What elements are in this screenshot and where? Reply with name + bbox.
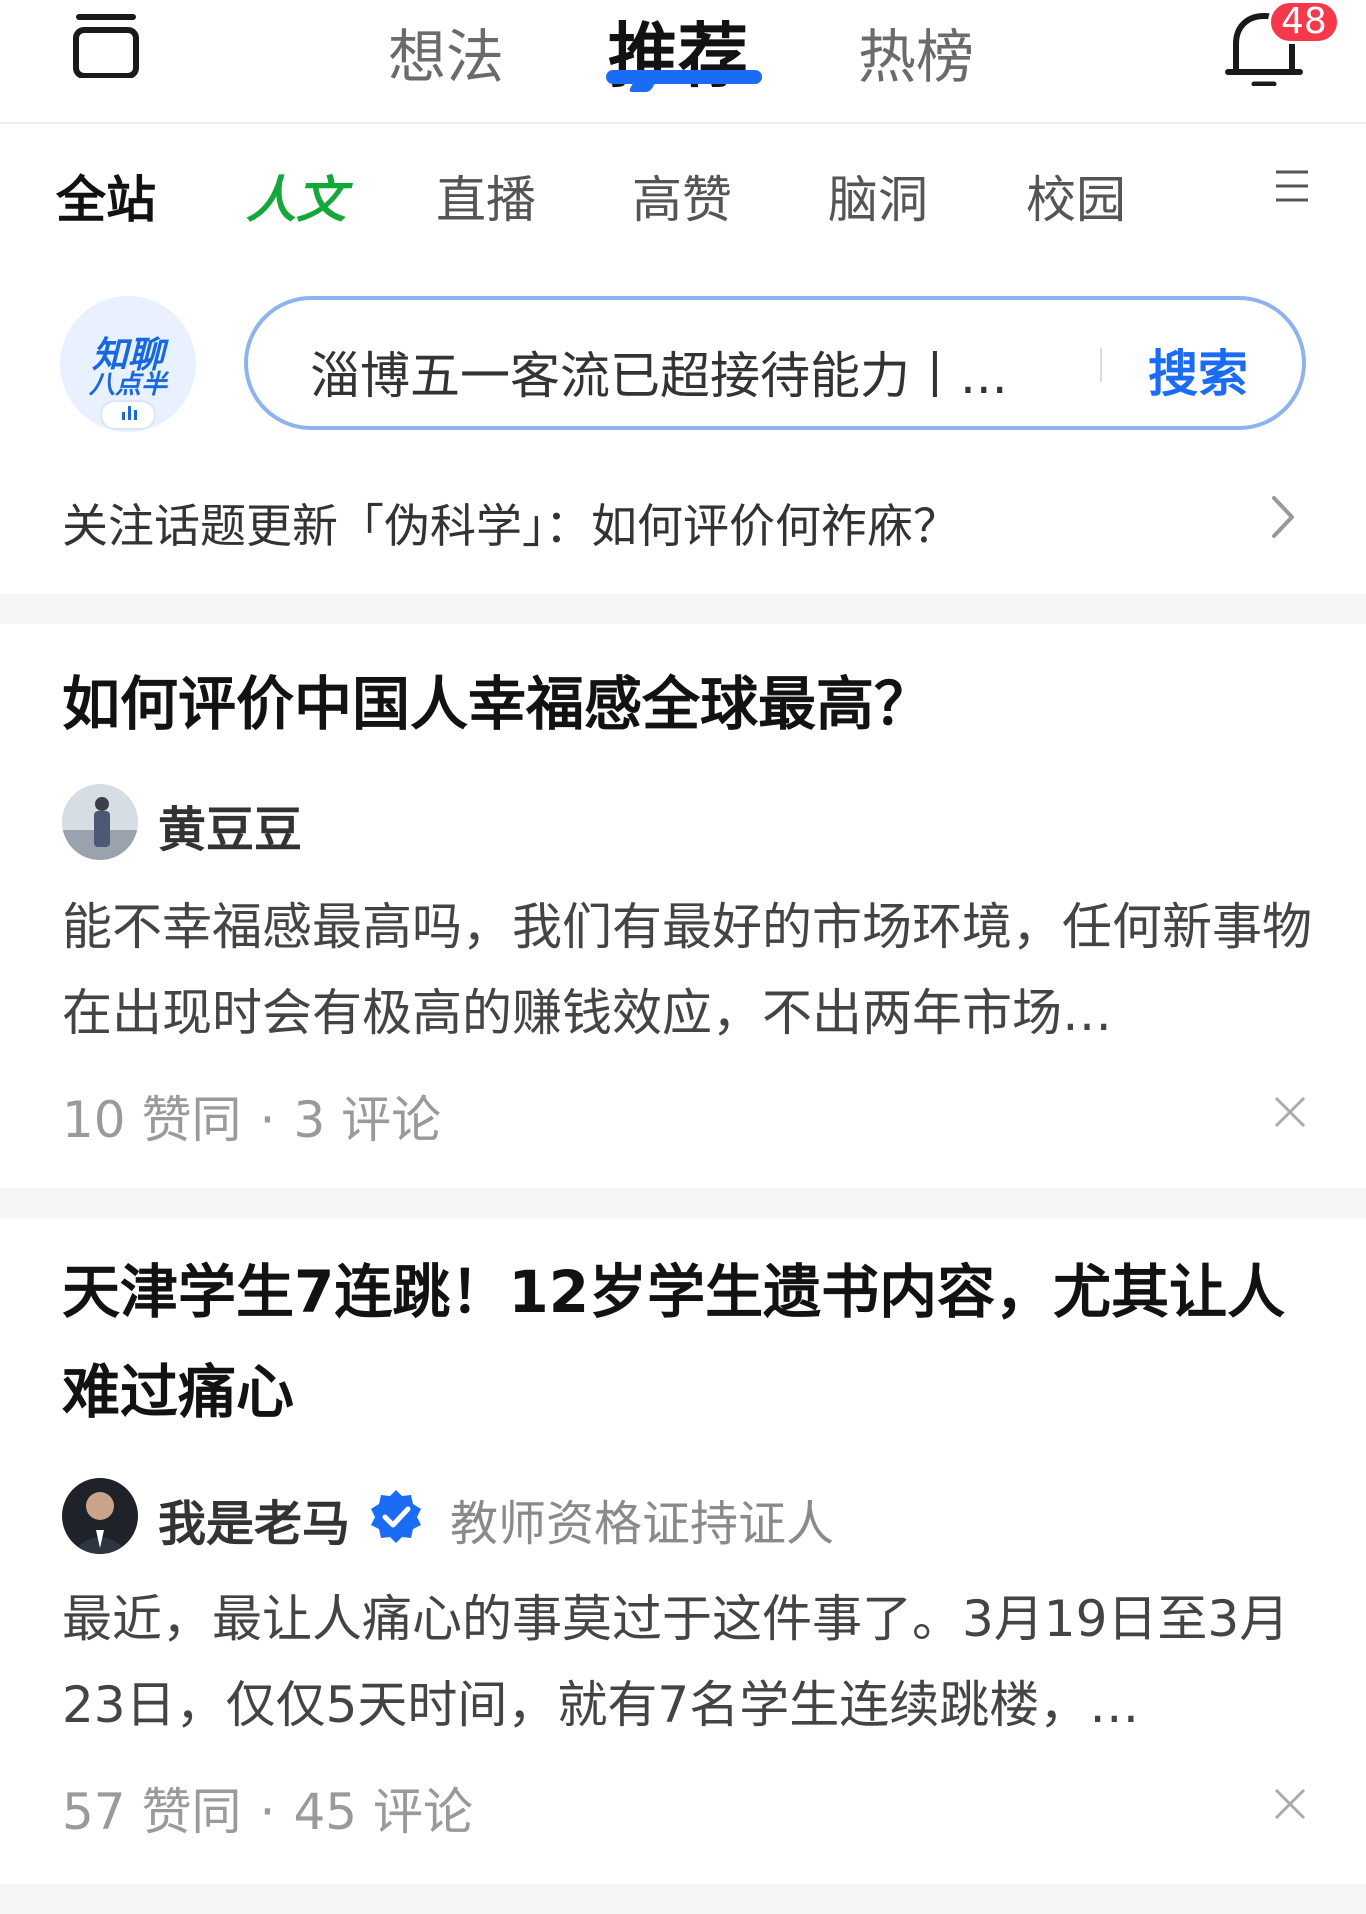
author-name[interactable]: 黄豆豆 [158, 790, 302, 860]
channel-live[interactable]: 直播 [436, 160, 536, 232]
like-count: 10 赞同 [62, 1091, 242, 1149]
card-excerpt[interactable]: 最近，最让人痛心的事莫过于这件事了。3月19日至3月23日，仅仅5天时间，就有7… [62, 1576, 1312, 1748]
topic-update-link[interactable]: 关注话题更新「伪科学」：如何评价何祚庥？ [62, 490, 959, 556]
program-logo[interactable]: 知聊 八点半 [60, 296, 196, 432]
comment-count: 45 评论 [293, 1783, 473, 1841]
menu-icon[interactable] [72, 12, 140, 78]
card-title[interactable]: 天津学生7连跳！12岁学生遗书内容，尤其让人难过痛心 [62, 1242, 1302, 1442]
tab-hot-list[interactable]: 热榜 [858, 10, 974, 94]
like-count: 57 赞同 [62, 1783, 242, 1841]
channel-campus[interactable]: 校园 [1026, 160, 1126, 232]
close-icon[interactable] [1272, 1786, 1308, 1822]
chevron-right-icon [1272, 496, 1294, 538]
feed-card[interactable]: 天津学生7连跳！12岁学生遗书内容，尤其让人难过痛心 我是老马 教师资格证持证人… [0, 1218, 1366, 1884]
feed-card[interactable]: 如何评价中国人幸福感全球最高？ 黄豆豆 能不幸福感最高吗，我们有最好的市场环境，… [0, 624, 1366, 1188]
author-row[interactable]: 黄豆豆 [62, 784, 662, 860]
tab-ideas[interactable]: 想法 [388, 10, 504, 94]
card-stats: 57 赞同 · 45 评论 [62, 1783, 473, 1841]
tab-recommend[interactable]: 推荐 [608, 0, 748, 101]
channel-humanities[interactable]: 人文 [246, 160, 346, 232]
notification-badge: 48 [1268, 0, 1340, 44]
card-excerpt[interactable]: 能不幸福感最高吗，我们有最好的市场环境，任何新事物在出现时会有极高的赚钱效应，不… [62, 884, 1312, 1056]
search-input[interactable]: 淄博五一客流已超接待能力丨... [310, 336, 1050, 408]
comment-count: 3 评论 [293, 1091, 442, 1149]
more-channels-icon[interactable] [1272, 166, 1312, 206]
author-name[interactable]: 我是老马 [158, 1484, 350, 1554]
avatar[interactable] [62, 784, 138, 860]
channel-top-voted[interactable]: 高赞 [632, 160, 732, 232]
divider [0, 1188, 1366, 1218]
search-bar[interactable]: 淄博五一客流已超接待能力丨... 搜索 [244, 296, 1306, 430]
close-icon[interactable] [1272, 1094, 1308, 1130]
author-row[interactable]: 我是老马 教师资格证持证人 [62, 1478, 1062, 1554]
divider [0, 594, 1366, 624]
card-title[interactable]: 如何评价中国人幸福感全球最高？ [62, 654, 1302, 754]
card-stats: 10 赞同 · 3 评论 [62, 1091, 442, 1149]
channel-brainstorm[interactable]: 脑洞 [828, 160, 928, 232]
search-button[interactable]: 搜索 [1148, 334, 1248, 406]
author-description: 教师资格证持证人 [450, 1496, 835, 1552]
verified-badge-icon [371, 1490, 421, 1543]
divider [0, 1884, 1366, 1914]
channel-bar: 全站 人文 直播 高赞 脑洞 校园 [0, 124, 1366, 274]
channel-all[interactable]: 全站 [56, 160, 156, 232]
top-bar: 想法 推荐 热榜 48 [0, 0, 1366, 124]
avatar[interactable] [62, 1478, 138, 1554]
audio-bars-icon [100, 400, 156, 430]
active-tab-indicator [606, 70, 762, 84]
